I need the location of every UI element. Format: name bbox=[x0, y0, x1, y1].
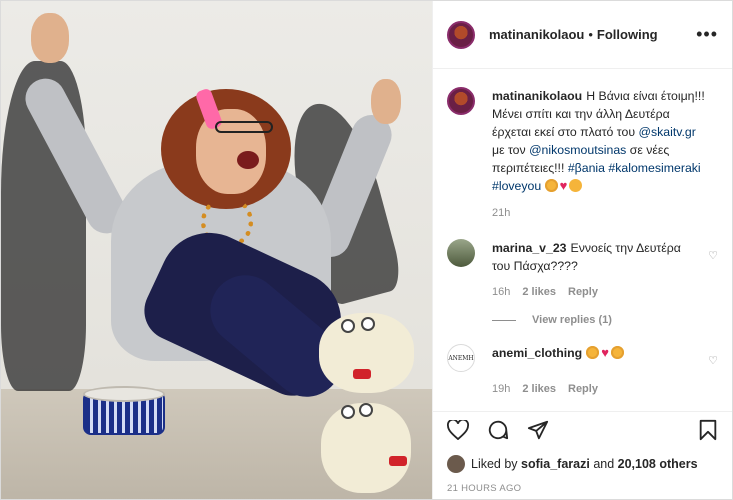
save-icon[interactable] bbox=[698, 419, 718, 445]
caption-time[interactable]: 21h bbox=[492, 207, 510, 219]
view-replies-label: View replies (1) bbox=[532, 314, 612, 326]
post-photo[interactable] bbox=[1, 1, 432, 499]
share-icon[interactable] bbox=[527, 419, 549, 445]
heart-eyes-emoji-icon bbox=[610, 346, 624, 359]
header-separator: • bbox=[588, 27, 593, 42]
photo-sheep-bow bbox=[389, 456, 407, 466]
mention-link[interactable]: @skaitv.gr bbox=[638, 125, 695, 139]
smiling-hearts-emoji-icon bbox=[569, 179, 583, 192]
commenter-avatar[interactable]: ΑΝΕΜΗ bbox=[447, 344, 475, 372]
caption-text-part: με τον bbox=[492, 143, 530, 157]
hashtag-link[interactable]: #kalomesimeraki bbox=[608, 161, 700, 175]
caption-author[interactable]: matinanikolaou bbox=[492, 89, 582, 103]
likes-middle: and bbox=[593, 457, 615, 471]
hashtag-link[interactable]: #loveyou bbox=[492, 179, 541, 193]
caption: matinanikolaou Η Βάνια είναι έτοιμη!!! Μέ… bbox=[447, 87, 718, 195]
red-heart-emoji-icon: ♥ bbox=[601, 345, 609, 360]
author-username[interactable]: matinanikolaou bbox=[489, 27, 584, 42]
comment-meta: 16h 2 likes Reply bbox=[492, 286, 718, 298]
photo-hand bbox=[371, 79, 401, 124]
reply-button[interactable]: Reply bbox=[568, 383, 598, 395]
photo-sheep-bow bbox=[353, 369, 371, 379]
photo-glasses bbox=[215, 121, 273, 133]
comments-section[interactable]: matinanikolaou Η Βάνια είναι έτοιμη!!! Μέ… bbox=[433, 69, 732, 411]
smiling-emoji-icon bbox=[544, 179, 558, 192]
likes-prefix: Liked by bbox=[471, 457, 518, 471]
comment-text: marina_v_23 Εννοείς την Δευτέρα του Πάσχα… bbox=[492, 239, 692, 275]
comment-time[interactable]: 19h bbox=[492, 383, 510, 395]
photo-cookie-tin-lid bbox=[83, 386, 165, 402]
view-replies-button[interactable]: View replies (1) bbox=[492, 314, 718, 326]
post-header: matinanikolaou • Following ••• bbox=[433, 1, 732, 69]
comment-likes[interactable]: 2 likes bbox=[522, 286, 556, 298]
photo-sheep-eye bbox=[359, 403, 373, 417]
liker-avatar[interactable] bbox=[447, 455, 465, 473]
comment: marina_v_23 Εννοείς την Δευτέρα του Πάσχα… bbox=[447, 239, 718, 275]
comment-likes[interactable]: 2 likes bbox=[522, 383, 556, 395]
reply-button[interactable]: Reply bbox=[568, 286, 598, 298]
like-comment-heart-icon[interactable]: ♡ bbox=[708, 344, 718, 367]
like-comment-heart-icon[interactable]: ♡ bbox=[708, 239, 718, 262]
following-button[interactable]: Following bbox=[597, 27, 658, 42]
post-side-panel: matinanikolaou • Following ••• matinanik… bbox=[432, 1, 732, 499]
heart-icon[interactable] bbox=[447, 418, 469, 444]
instagram-post: matinanikolaou • Following ••• matinanik… bbox=[0, 0, 733, 500]
red-heart-emoji-icon: ♥ bbox=[559, 178, 568, 193]
caption-author-avatar[interactable] bbox=[447, 87, 475, 115]
heart-eyes-emoji-icon bbox=[586, 346, 600, 359]
caption-meta: 21h bbox=[492, 207, 718, 219]
comment-author[interactable]: marina_v_23 bbox=[492, 241, 567, 255]
likes-count[interactable]: 20,108 others bbox=[618, 457, 698, 471]
author-avatar[interactable] bbox=[447, 20, 475, 49]
photo-sheep-eye bbox=[361, 317, 375, 331]
more-options-icon[interactable]: ••• bbox=[696, 24, 718, 45]
photo-sheep-eye bbox=[341, 319, 355, 333]
comment-author[interactable]: anemi_clothing bbox=[492, 346, 582, 360]
caption-text: matinanikolaou Η Βάνια είναι έτοιμη!!! Μέ… bbox=[492, 87, 710, 195]
comment-icon[interactable] bbox=[487, 419, 509, 445]
photo-hand bbox=[31, 13, 69, 63]
photo-sheep-eye bbox=[341, 405, 355, 419]
likes-summary: Liked by sofia_farazi and 20,108 others bbox=[433, 451, 732, 477]
comment-text: anemi_clothing ♥ bbox=[492, 344, 692, 362]
comment-meta: 19h 2 likes Reply bbox=[492, 383, 718, 395]
commenter-avatar-logo: ΑΝΕΜΗ bbox=[448, 354, 474, 362]
mention-link[interactable]: @nikosmoutsinas bbox=[529, 143, 626, 157]
comment-time[interactable]: 16h bbox=[492, 286, 510, 298]
commenter-avatar[interactable] bbox=[447, 239, 475, 267]
liker-username[interactable]: sofia_farazi bbox=[521, 457, 590, 471]
action-bar bbox=[433, 411, 732, 451]
photo-mouth bbox=[237, 151, 259, 169]
comment: ΑΝΕΜΗ anemi_clothing ♥ ♡ bbox=[447, 344, 718, 372]
hashtag-link[interactable]: #βania bbox=[568, 161, 605, 175]
post-timestamp[interactable]: 21 HOURS AGO bbox=[433, 477, 732, 499]
replies-line bbox=[492, 319, 516, 321]
